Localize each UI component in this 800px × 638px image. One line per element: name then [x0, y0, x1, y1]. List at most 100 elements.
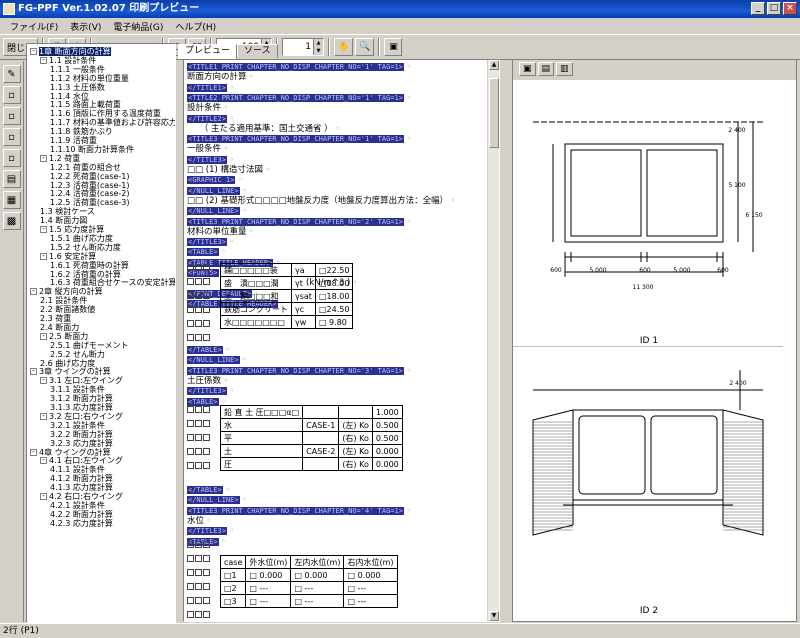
table-header-cell: 右内水位(m) [343, 555, 398, 569]
hand-icon[interactable]: ✋ [334, 38, 354, 56]
minimize-button[interactable]: _ [751, 2, 765, 15]
table-cell: □ 9.80 [314, 315, 354, 329]
tree-item[interactable]: 4.2.3 応力度計算 [50, 518, 113, 529]
fig1-dim-right-1: 5 100 [728, 182, 746, 189]
tree-expander-icon[interactable]: - [40, 252, 47, 260]
export-icon[interactable]: ▣ [384, 38, 403, 56]
table-header-cell: 外水位(m) [245, 555, 292, 569]
table-cell: (右) Ko [338, 431, 373, 445]
tree-expander-icon[interactable]: - [40, 377, 47, 385]
source-document[interactable]: ▲ ▼ <TITLE1 PRINT CHAPTER_NO_DISP CHAPTE… [183, 59, 500, 622]
table-row: 水 CASE-1 (左) Ko 0.500 [219, 418, 403, 432]
tree-expander-icon[interactable]: - [30, 368, 37, 376]
menu-view[interactable]: 表示(V) [64, 20, 107, 33]
doc-scrollbar[interactable]: ▲ ▼ [487, 60, 499, 621]
doc-line: 土圧係数 ◦ [187, 375, 229, 386]
figure-2: 2 400 ID 2 [513, 350, 783, 621]
table-cell [302, 405, 340, 419]
chapter-tree[interactable]: -1章 断面方向の計算 -1.1 設計条件 1.1.1 一般条件 1.1.2 材料の単… [26, 43, 176, 623]
pen-icon[interactable]: ✎ [2, 65, 21, 83]
figure-1-label: ID 1 [639, 336, 659, 346]
copy-icon[interactable]: ▥ [556, 62, 573, 76]
table-cell [302, 457, 340, 471]
tree-expander-icon[interactable]: - [40, 332, 47, 340]
structure-drawing [533, 121, 763, 277]
table-row: 土 CASE-2 (左) Ko 0.000 [219, 444, 403, 458]
tree-expander-icon[interactable]: - [40, 56, 47, 64]
doc-line: </TITLE1> ◦ [187, 82, 235, 92]
page-input[interactable] [283, 39, 314, 55]
table-row: 圧 (右) Ko 0.000 [219, 457, 403, 471]
tree-expander-icon[interactable]: - [30, 448, 37, 456]
table-cell: 平 [219, 431, 304, 445]
doc-line: 水位 ◦ [187, 515, 212, 526]
table-cell: CASE-2 [302, 444, 340, 458]
menubar: ファイル(F) 表示(V) 電子納品(G) ヘルプ(H) [0, 18, 800, 34]
table-cell: □18.00 [314, 276, 354, 290]
tree-expander-icon[interactable]: - [40, 154, 47, 162]
doc-line: 断面方向の計算 ◦ [187, 72, 254, 83]
table-cell: □2 [219, 581, 247, 595]
table-row: □3 □ --- □ --- □ --- [219, 594, 398, 608]
doc-line: </TITLE2> ◦ [187, 113, 235, 123]
tree-expander-icon[interactable]: - [30, 48, 37, 55]
table-cell: □ --- [245, 581, 292, 595]
doc-line: <TITLE3 PRINT CHAPTER_NO_DISP CHAPTER_NO… [187, 505, 412, 515]
table-cell: □ 0.000 [245, 568, 292, 582]
doc-line: （ 主たる適用基準：国土交通省 ） ◦ [187, 123, 340, 134]
table-cell: □22.50 [314, 263, 354, 277]
chart-icon[interactable]: ▦ [2, 191, 21, 209]
table-cell: γc [291, 302, 316, 316]
table-row: □2 □ --- □ --- □ --- [219, 581, 398, 595]
table-cell: γw [291, 315, 316, 329]
magnifier-icon[interactable]: 🔍 [355, 38, 375, 56]
doc-line: 一般条件 ◦ [187, 144, 229, 155]
maximize-button[interactable]: □ [767, 2, 781, 15]
menu-file[interactable]: ファイル(F) [4, 20, 64, 33]
view-tabs: プレビュー ソース [178, 44, 278, 59]
tool5-icon[interactable]: ▫ [2, 149, 21, 167]
doc-line: <GRAPHIC 1> ◦ [187, 175, 243, 185]
table-cell: CASE-1 [302, 418, 340, 432]
table-cell: 0.000 [371, 444, 403, 458]
tool3-icon[interactable]: ▫ [2, 107, 21, 125]
menu-edelivery[interactable]: 電子納品(G) [107, 20, 169, 33]
doc-table: case 外水位(m) 左内水位(m) 右内水位(m) □1 □ 0.000 □ 0.000… [219, 555, 398, 608]
grid-icon[interactable]: ▩ [2, 212, 21, 230]
table-cell: γt [291, 276, 316, 290]
doc-table: 鋪□□□□□装 γa □22.50 盛 潰□□□潤 γt □18.00 土 飽□□□和 γsa… [220, 263, 354, 329]
table-cell: 土 [219, 444, 304, 458]
table-cell: 1.000 [371, 405, 403, 419]
doc-line: </NULL_LINE> ◦ [187, 206, 247, 216]
tool4-icon[interactable]: ▫ [2, 128, 21, 146]
tree-expander-icon[interactable]: - [40, 226, 47, 233]
status-bar: 2行 (P1) [0, 623, 800, 638]
window-title: FG-PPF Ver.1.02.07 印刷プレビュー [18, 3, 200, 14]
table-cell: □ 0.000 [290, 568, 345, 582]
close-window-button[interactable]: × [783, 2, 797, 15]
open-icon[interactable]: ▤ [537, 62, 555, 76]
book-icon[interactable]: ▤ [2, 170, 21, 188]
tab-preview[interactable]: プレビュー [178, 44, 238, 59]
table-cell: □ --- [245, 594, 292, 608]
tree-expander-icon[interactable]: - [40, 493, 47, 500]
table-cell: □ --- [290, 581, 345, 595]
tree-expander-icon[interactable]: - [30, 288, 37, 296]
table-cell: 水□□□□□□□ [220, 315, 292, 329]
tree-expander-icon[interactable]: - [40, 457, 47, 465]
save-icon[interactable]: ▣ [519, 62, 536, 76]
doc-line: □□ (1) 構造寸法図 ◦ [187, 165, 271, 175]
table-cell: 鉄筋コンクリート [220, 302, 292, 316]
page-spinner[interactable]: ▲▼ [282, 38, 325, 56]
table-header-cell: 左内水位(m) [290, 555, 345, 569]
table-cell: □ --- [343, 594, 398, 608]
tab-source[interactable]: ソース [237, 44, 278, 58]
tool2-icon[interactable]: ▫ [2, 86, 21, 104]
menu-help[interactable]: ヘルプ(H) [169, 20, 222, 33]
doc-line: </NULL_LINE> ◦ [187, 185, 247, 195]
tree-expander-icon[interactable]: - [40, 412, 47, 420]
table-row: 土 飽□□□和 γsat □18.00 [220, 289, 354, 303]
doc-line: 材料の単位重量 ◦ [187, 226, 254, 237]
table-cell [302, 431, 340, 445]
doc-line: <TITLE3 PRINT CHAPTER_NO_DISP CHAPTER_NO… [187, 216, 412, 226]
